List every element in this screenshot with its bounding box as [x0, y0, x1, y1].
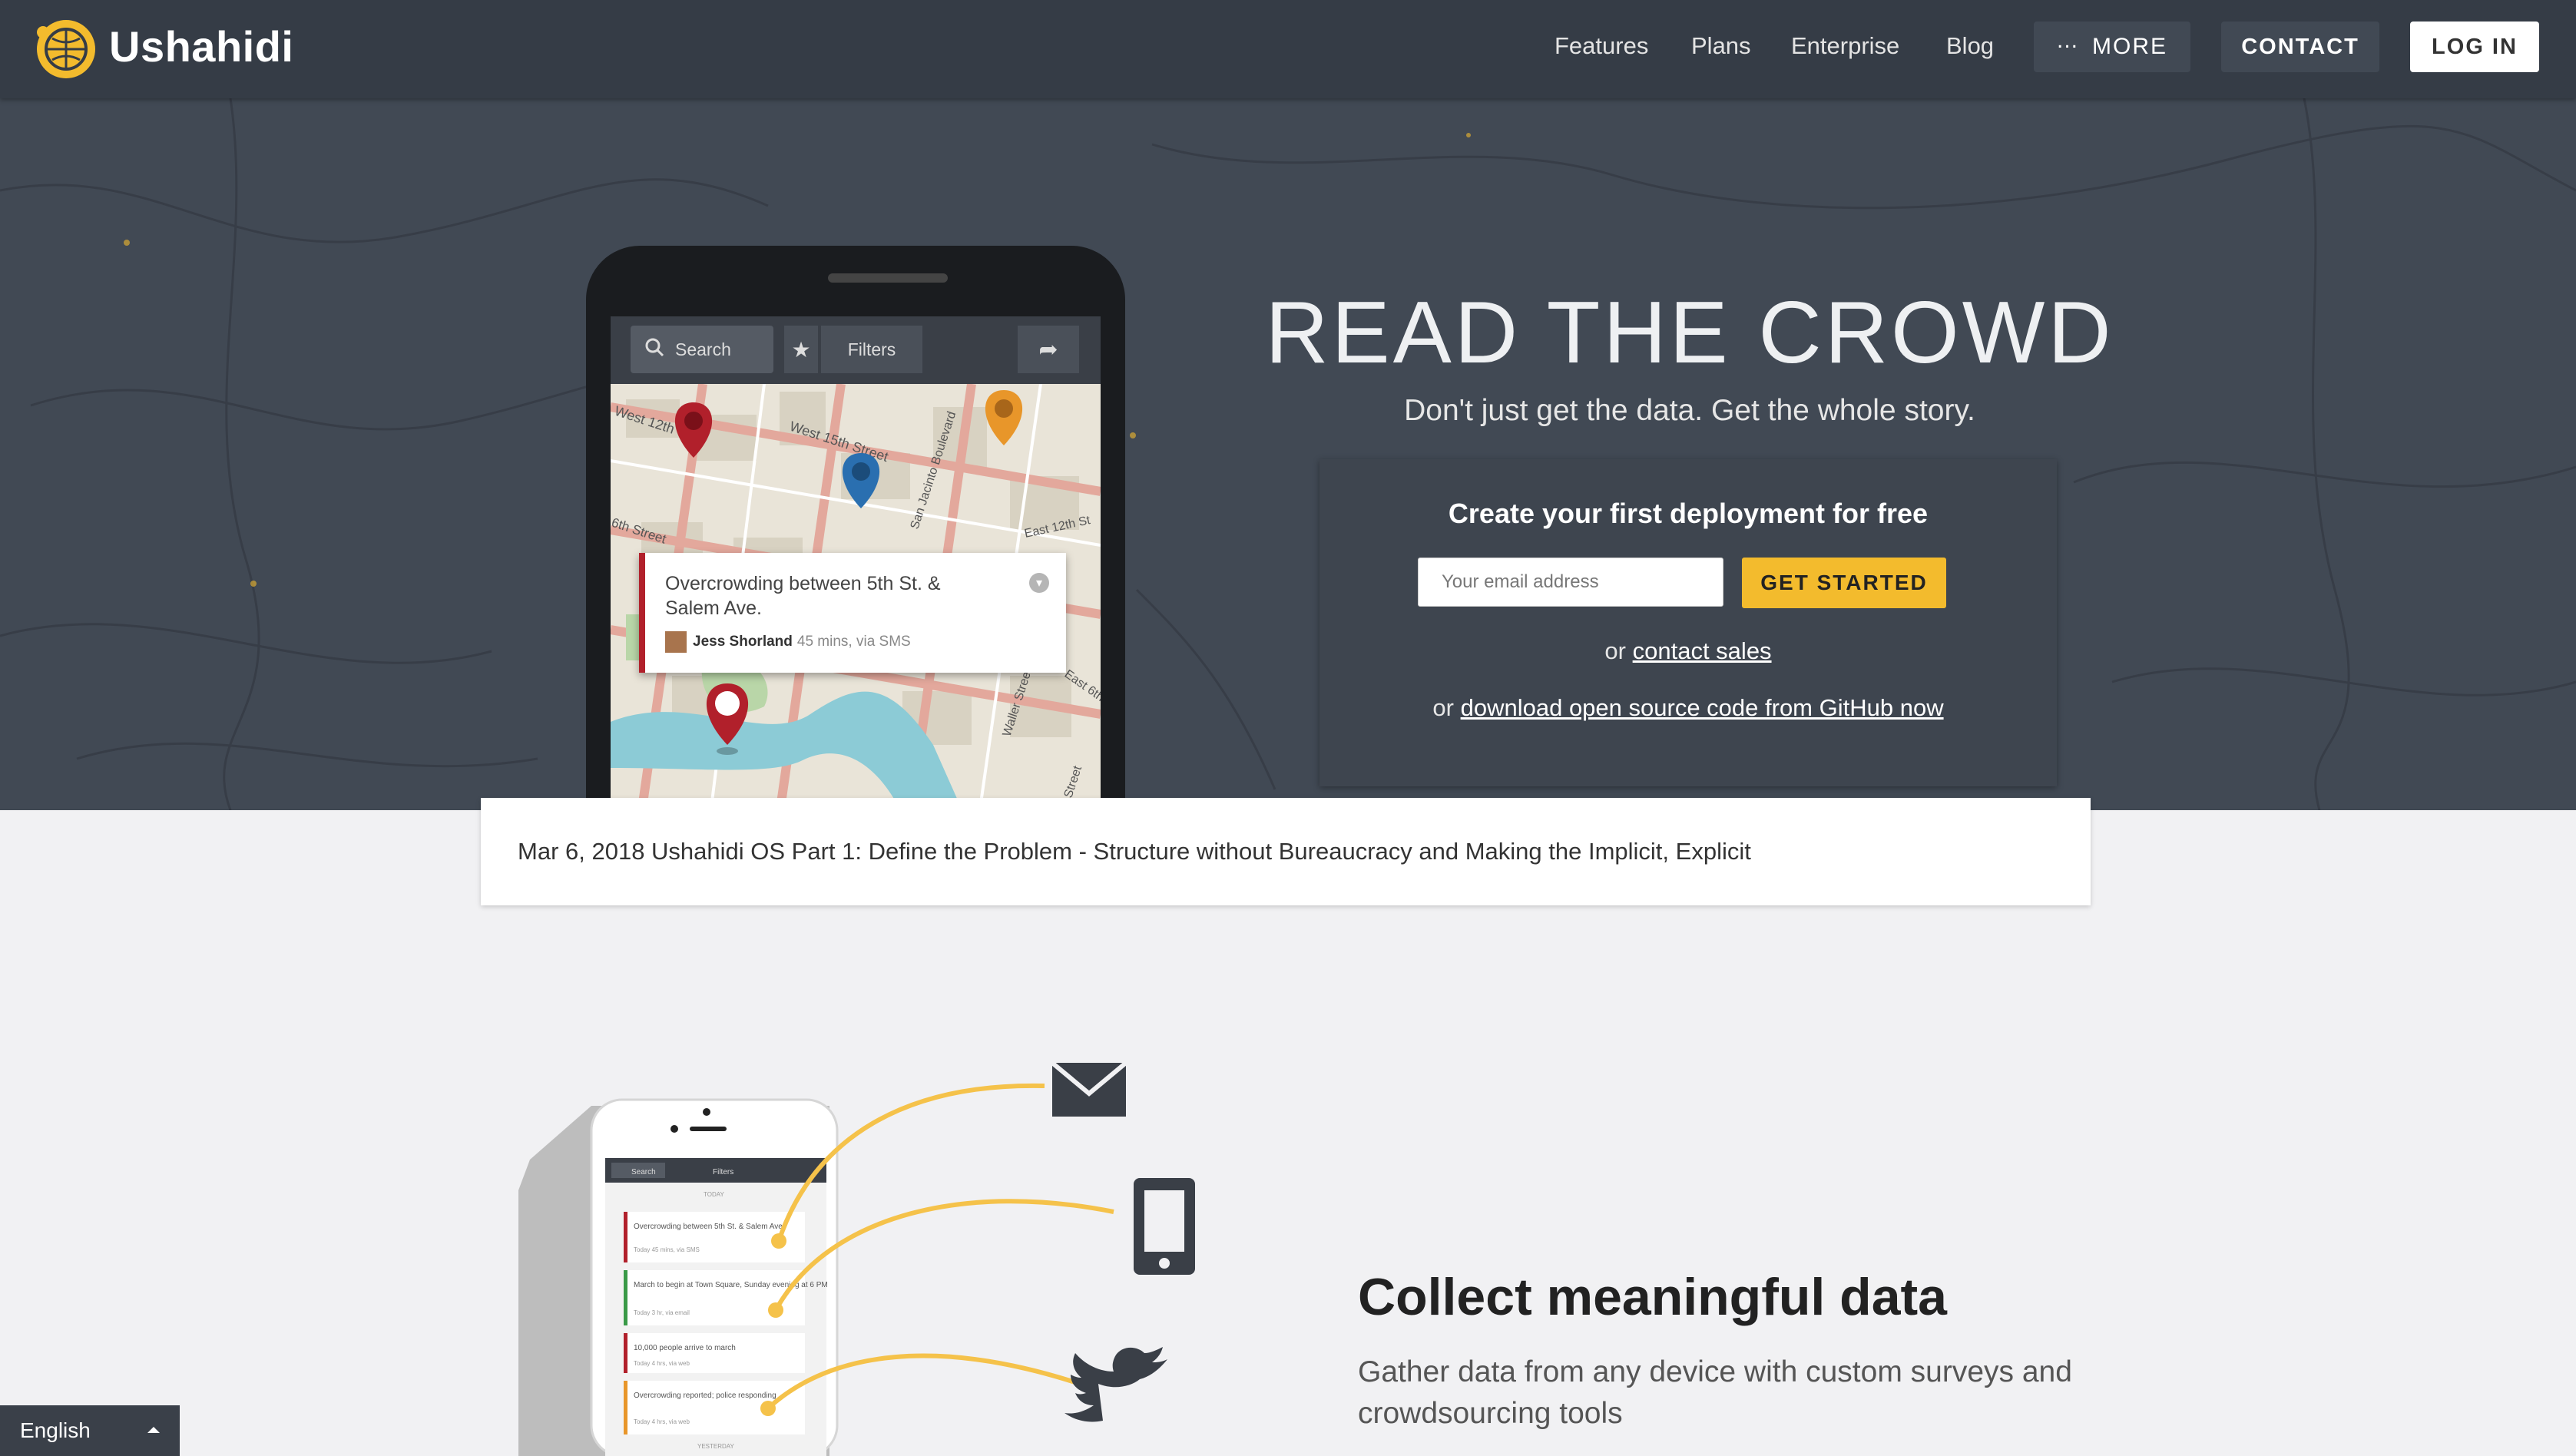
avatar: [665, 631, 687, 653]
search-icon: [644, 337, 664, 362]
contact-sales-link[interactable]: contact sales: [1633, 637, 1772, 664]
mini-item-meta: Today 3 hr, via email: [634, 1309, 690, 1316]
collect-illustration: Search Filters TODAY Overcrowding betwee…: [518, 1061, 1195, 1456]
email-field[interactable]: [1418, 558, 1723, 607]
get-started-button[interactable]: GET STARTED: [1742, 558, 1946, 608]
star-icon: ★: [784, 326, 818, 373]
language-selector[interactable]: English: [0, 1405, 180, 1456]
or-text: or: [1604, 637, 1626, 664]
github-download-link[interactable]: download open source code from GitHub no…: [1461, 694, 1944, 721]
app-search-label: Search: [675, 339, 731, 359]
hero-subtitle: Don't just get the data. Get the whole s…: [1404, 394, 1975, 427]
mini-item-meta: Today 45 mins, via SMS: [634, 1246, 700, 1253]
nav-link-enterprise[interactable]: Enterprise: [1791, 32, 1899, 60]
popup-title: Overcrowding between 5th St. & Salem Ave…: [665, 573, 941, 619]
caret-up-icon: [147, 1427, 160, 1433]
collect-description: Gather data from any device with custom …: [1358, 1355, 2072, 1430]
popup-meta: Jess Shorland 45 mins, via SMS: [665, 631, 911, 653]
mini-search-label: Search: [631, 1168, 656, 1176]
more-button[interactable]: ... MORE: [2034, 22, 2190, 72]
mini-item-title: March to begin at Town Square, Sunday ev…: [634, 1281, 828, 1289]
brand-name[interactable]: Ushahidi: [109, 22, 293, 71]
app-toolbar: Search ★ Filters ➦: [611, 316, 1101, 384]
mini-list-item: 10,000 people arrive to march Today 4 hr…: [624, 1333, 805, 1373]
contact-sales-line: or contact sales: [1319, 637, 2057, 665]
language-label: English: [20, 1418, 91, 1442]
email-icon: [1051, 1061, 1127, 1117]
app-search-box: Search: [631, 326, 773, 373]
nav-link-features[interactable]: Features: [1555, 32, 1648, 60]
map-popup-card[interactable]: Overcrowding between 5th St. & Salem Ave…: [639, 553, 1066, 673]
mini-item-title: Overcrowding between 5th St. & Salem Ave…: [634, 1223, 785, 1231]
twitter-icon: [1065, 1347, 1167, 1422]
phone-mockup: Search ★ Filters ➦ West 12th West 15th S…: [586, 246, 1125, 810]
hero-title: READ THE CROWD: [1265, 284, 2114, 382]
hero-section: Search ★ Filters ➦ West 12th West 15th S…: [0, 98, 2576, 810]
ushahidi-logo-icon[interactable]: [31, 15, 100, 84]
mini-item-meta: Today 4 hrs, via web: [634, 1360, 690, 1367]
map-texture-background: [0, 98, 2576, 810]
or-text: or: [1432, 694, 1454, 721]
collect-title: Collect meaningful data: [1358, 1268, 1947, 1326]
mini-item-title: 10,000 people arrive to march: [634, 1344, 736, 1352]
login-button[interactable]: LOG IN: [2410, 22, 2539, 72]
more-label: MORE: [2092, 34, 2167, 59]
chevron-down-icon[interactable]: ▾: [1029, 573, 1049, 593]
popup-user-name: Jess Shorland: [693, 634, 793, 650]
phone-speaker: [828, 273, 948, 283]
contact-button[interactable]: CONTACT: [2221, 22, 2379, 72]
app-filters-label: Filters: [821, 326, 922, 373]
nav-link-blog[interactable]: Blog: [1946, 32, 1994, 60]
nav-link-plans[interactable]: Plans: [1691, 32, 1751, 60]
mini-item-title: Overcrowding reported; police responding: [634, 1391, 776, 1400]
signup-title: Create your first deployment for free: [1448, 498, 1929, 529]
mini-list-item: Overcrowding reported; police responding…: [624, 1381, 805, 1434]
mini-item-meta: Today 4 hrs, via web: [634, 1418, 690, 1425]
mobile-phone-icon: [1134, 1178, 1195, 1275]
github-line: or download open source code from GitHub…: [1319, 694, 2057, 722]
signup-panel: Create your first deployment for free GE…: [1319, 459, 2057, 786]
top-navbar: Ushahidi Features Plans Enterprise Blog …: [0, 0, 2576, 98]
mini-today-label: TODAY: [704, 1191, 724, 1198]
news-headline[interactable]: Mar 6, 2018 Ushahidi OS Part 1: Define t…: [518, 838, 1751, 865]
ellipsis-icon: ...: [2056, 28, 2078, 53]
mini-yesterday-label: YESTERDAY: [697, 1443, 735, 1450]
popup-meta-text: 45 mins, via SMS: [796, 634, 911, 650]
news-strip[interactable]: Mar 6, 2018 Ushahidi OS Part 1: Define t…: [481, 798, 2091, 905]
share-icon: ➦: [1018, 326, 1079, 373]
mini-filters-label: Filters: [713, 1168, 733, 1176]
